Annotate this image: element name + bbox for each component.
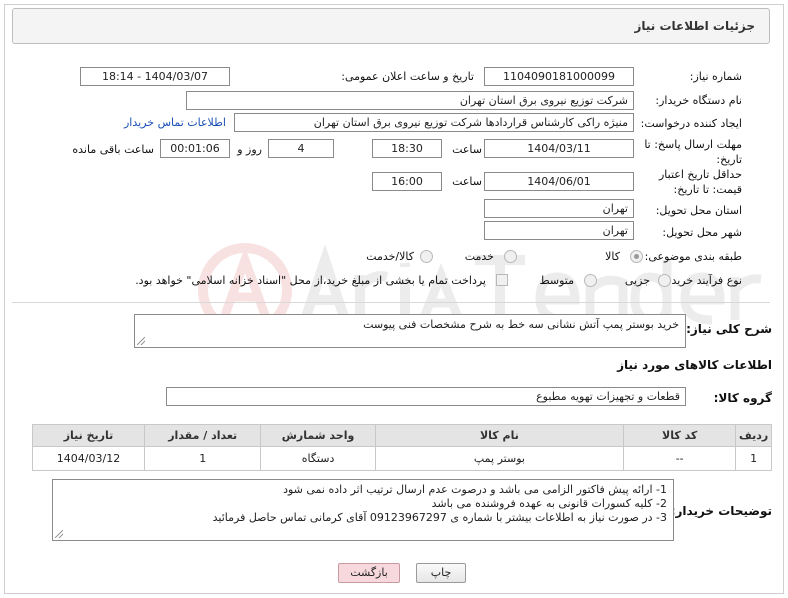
goods-group-label: گروه کالا: [713, 391, 772, 405]
col-header-need-date: تاریخ نیاز [32, 424, 145, 447]
category-radio-goods[interactable] [630, 250, 643, 263]
back-button[interactable]: بازگشت [338, 563, 400, 583]
buyer-notes-textarea: 1- ارائه پیش فاکتور الزامی می باشد و درص… [52, 479, 674, 541]
creator-label: ایجاد کننده درخواست: [640, 117, 742, 130]
buyer-org-field: شرکت توزیع نیروی برق استان تهران [186, 91, 634, 110]
process-radio-minor[interactable] [658, 274, 671, 287]
creator-field: منیژه راکی کارشناس قراردادها شرکت توزیع … [234, 113, 634, 132]
goods-table: ردیف کد کالا نام کالا واحد شمارش تعداد /… [32, 424, 772, 471]
buyer-note-line: 3- در صورت نیاز به اطلاعات بیشتر با شمار… [212, 511, 667, 524]
category-option-service: خدمت [464, 250, 494, 263]
resize-grip-icon [55, 530, 63, 538]
days-label: روز و [237, 143, 262, 156]
page-title: جزئیات اطلاعات نیاز [634, 19, 755, 33]
cell-need-date: 1404/03/12 [32, 446, 145, 471]
announce-date-field: 1404/03/07 - 18:14 [80, 67, 230, 86]
print-button[interactable]: چاپ [416, 563, 466, 583]
deadline-time-label: ساعت [452, 143, 482, 156]
treasury-payment-note: پرداخت تمام یا بخشی از مبلغ خرید،از محل … [135, 274, 486, 287]
deadline-label: مهلت ارسال پاسخ: تا تاریخ: [644, 138, 742, 166]
delivery-province-field: تهران [484, 199, 634, 218]
category-radio-service[interactable] [504, 250, 517, 263]
category-radio-goods-service[interactable] [420, 250, 433, 263]
goods-group-field: قطعات و تجهیزات تهویه مطبوع [166, 387, 686, 406]
description-text: خرید بوستر پمپ آتش نشانی سه خط به شرح مش… [363, 318, 679, 331]
col-header-row: ردیف [735, 424, 772, 447]
process-option-medium: متوسط [539, 274, 574, 287]
page-title-bar: جزئیات اطلاعات نیاز [12, 8, 770, 44]
cell-name: بوستر پمپ [374, 446, 625, 471]
need-number-field: 1104090181000099 [484, 67, 634, 86]
section-divider [12, 302, 770, 303]
price-validity-label: حداقل تاریخ اعتبار قیمت: تا تاریخ: [658, 168, 742, 196]
buyer-note-line: 2- کلیه کسورات قانونی به عهده فروشنده می… [431, 497, 667, 510]
table-row: 1 -- بوستر پمپ دستگاه 1 1404/03/12 [32, 446, 772, 471]
col-header-unit: واحد شمارش [260, 424, 376, 447]
deadline-time-field: 18:30 [372, 139, 442, 158]
process-option-minor: جزیی [624, 274, 650, 287]
price-validity-time-field: 16:00 [372, 172, 442, 191]
category-label: طبقه بندی موضوعی: [644, 250, 742, 263]
resize-grip-icon [137, 337, 145, 345]
buyer-notes-label: توضیحات خریدار: [670, 504, 772, 518]
delivery-province-label: استان محل تحویل: [655, 204, 742, 217]
days-remaining-field: 4 [268, 139, 334, 158]
col-header-quantity: تعداد / مقدار [143, 424, 262, 447]
remaining-time-label: ساعت باقی مانده [72, 143, 154, 156]
price-validity-time-label: ساعت [452, 175, 482, 188]
cell-code: -- [623, 446, 737, 471]
goods-section-title: اطلاعات کالاهای مورد نیاز [617, 358, 772, 372]
description-label: شرح کلی نیاز: [686, 322, 772, 336]
remaining-time-field: 00:01:06 [160, 139, 230, 158]
announce-date-label: تاریخ و ساعت اعلان عمومی: [341, 70, 474, 83]
col-header-code: کد کالا [623, 424, 737, 447]
delivery-city-label: شهر محل تحویل: [662, 226, 742, 239]
buyer-contact-link[interactable]: اطلاعات تماس خریدار [124, 116, 226, 129]
process-radio-medium[interactable] [584, 274, 597, 287]
treasury-payment-checkbox[interactable] [496, 274, 508, 286]
delivery-city-field: تهران [484, 221, 634, 240]
buyer-org-label: نام دستگاه خریدار: [655, 94, 742, 107]
process-type-label: نوع فرآیند خرید : [664, 274, 742, 287]
buyer-note-line: 1- ارائه پیش فاکتور الزامی می باشد و درص… [283, 483, 667, 496]
cell-row: 1 [735, 446, 772, 471]
description-textarea: خرید بوستر پمپ آتش نشانی سه خط به شرح مش… [134, 314, 686, 348]
deadline-date-field: 1404/03/11 [484, 139, 634, 158]
col-header-name: نام کالا [374, 424, 625, 447]
price-validity-date-field: 1404/06/01 [484, 172, 634, 191]
category-option-goods: کالا [605, 250, 620, 263]
category-option-goods-service: کالا/خدمت [366, 250, 414, 263]
need-number-label: شماره نیاز: [689, 70, 742, 83]
cell-unit: دستگاه [260, 446, 376, 471]
cell-quantity: 1 [143, 446, 262, 471]
